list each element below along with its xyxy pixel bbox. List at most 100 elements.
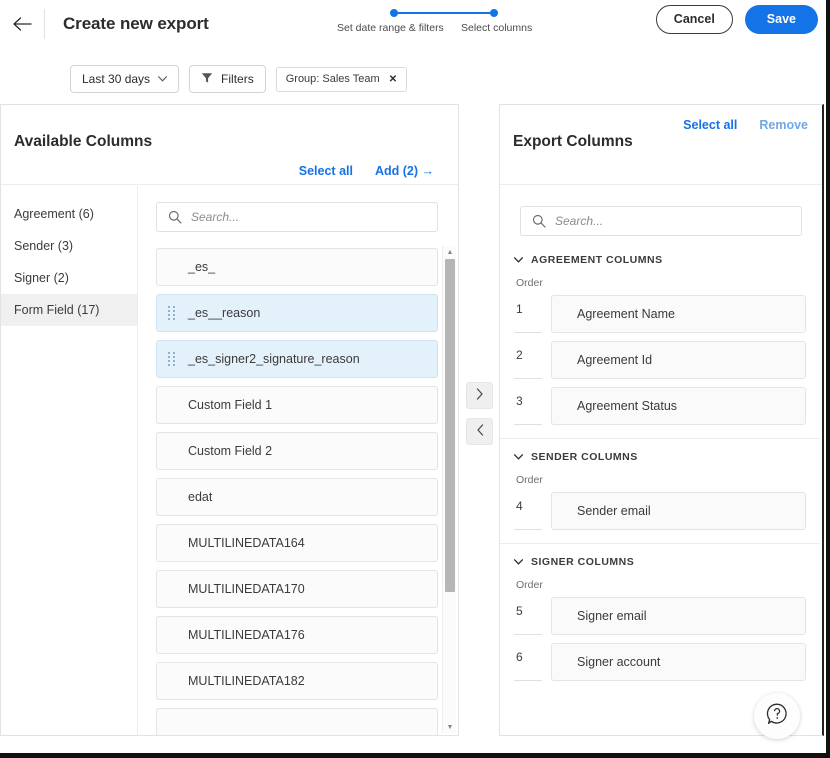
category-list: Agreement (6) Sender (3) Signer (2) Form…: [1, 186, 138, 735]
export-row-item[interactable]: Agreement Id: [551, 341, 806, 379]
add-columns-link[interactable]: Add (2) →: [375, 164, 434, 178]
help-question-bubble-icon: [764, 701, 790, 732]
export-group-header-sender[interactable]: SENDER COLUMNS: [514, 451, 806, 463]
available-search-wrap: [138, 186, 458, 232]
export-row-order: 6: [514, 643, 542, 681]
save-button[interactable]: Save: [745, 5, 818, 34]
available-column-label: _es_: [188, 260, 215, 274]
category-item-signer[interactable]: Signer (2): [1, 262, 137, 294]
export-search-box[interactable]: [520, 206, 802, 236]
export-row-label: Agreement Status: [577, 399, 677, 413]
category-label: Agreement (6): [14, 207, 94, 221]
category-label: Signer (2): [14, 271, 69, 285]
export-row-item[interactable]: Agreement Name: [551, 295, 806, 333]
stepper-dot-2[interactable]: [490, 9, 498, 17]
available-column-label: _es_signer2_signature_reason: [188, 352, 360, 366]
filter-bar: Last 30 days Filters Group: Sales Team ✕: [0, 55, 830, 103]
scroll-up-icon[interactable]: ▲: [443, 246, 457, 258]
export-columns-panel: Export Columns Select all Remove: [499, 104, 824, 736]
drag-handle-icon[interactable]: [168, 306, 176, 321]
chevron-right-icon: [476, 388, 484, 403]
available-column-label: _es__reason: [188, 306, 260, 320]
export-search-wrap: [500, 186, 822, 236]
available-list-scrollbar[interactable]: ▲ ▼: [442, 246, 456, 733]
category-item-form-field[interactable]: Form Field (17): [1, 294, 137, 326]
export-row-label: Sender email: [577, 504, 651, 518]
export-row-order: 3: [514, 387, 542, 425]
stepper-labels: Set date range & filters Select columns: [337, 22, 517, 38]
available-column-item[interactable]: MULTILINEDATA176: [156, 616, 438, 654]
available-column-item[interactable]: MULTILINEDATA170: [156, 570, 438, 608]
window-right-edge: [826, 0, 830, 753]
category-item-agreement[interactable]: Agreement (6): [1, 198, 137, 230]
export-group-title: SENDER COLUMNS: [531, 451, 638, 463]
available-columns-list[interactable]: _es_ _es__reason: [138, 248, 458, 735]
back-button[interactable]: [0, 0, 44, 48]
help-button[interactable]: [754, 693, 800, 739]
available-search-box[interactable]: [156, 202, 438, 232]
export-row-label: Signer account: [577, 655, 660, 669]
category-item-sender[interactable]: Sender (3): [1, 230, 137, 262]
available-panel-header: Available Columns Select all Add (2) →: [1, 105, 458, 185]
available-column-item[interactable]: [156, 708, 438, 735]
available-column-item[interactable]: MULTILINEDATA182: [156, 662, 438, 700]
available-column-label: MULTILINEDATA176: [188, 628, 305, 642]
available-column-item[interactable]: MULTILINEDATA164: [156, 524, 438, 562]
close-icon[interactable]: ✕: [389, 74, 397, 85]
export-row-item[interactable]: Signer email: [551, 597, 806, 635]
chevron-down-icon: [514, 452, 523, 462]
available-column-item[interactable]: _es__reason: [156, 294, 438, 332]
date-range-dropdown[interactable]: Last 30 days: [70, 65, 179, 93]
export-group-title: AGREEMENT COLUMNS: [531, 254, 663, 266]
transfer-controls: [466, 382, 493, 445]
export-row-item[interactable]: Agreement Status: [551, 387, 806, 425]
order-column-label: Order: [516, 474, 806, 486]
export-search-input[interactable]: [555, 214, 776, 228]
export-remove-link[interactable]: Remove: [759, 118, 808, 132]
search-icon: [168, 210, 182, 229]
cancel-button[interactable]: Cancel: [656, 5, 733, 34]
available-column-label: Custom Field 1: [188, 398, 272, 412]
chevron-left-icon: [476, 424, 484, 439]
group-divider: [500, 438, 820, 439]
available-header-actions: Select all Add (2) →: [299, 164, 434, 178]
export-row-label: Agreement Name: [577, 307, 675, 321]
filters-button[interactable]: Filters: [189, 65, 266, 93]
export-columns-list: AGREEMENT COLUMNS Order 1 Agreement Name…: [500, 254, 822, 681]
export-row: 3 Agreement Status: [514, 387, 806, 425]
available-column-item[interactable]: _es_: [156, 248, 438, 286]
stepper-label-1: Set date range & filters: [337, 22, 444, 34]
stepper-dot-1[interactable]: [390, 9, 398, 17]
scrollbar-thumb[interactable]: [445, 259, 455, 592]
drag-handle-icon[interactable]: [168, 352, 176, 367]
export-panel-body: AGREEMENT COLUMNS Order 1 Agreement Name…: [500, 186, 822, 735]
scroll-down-icon[interactable]: ▼: [443, 721, 457, 733]
export-row: 1 Agreement Name: [514, 295, 806, 333]
stepper: Set date range & filters Select columns: [337, 6, 517, 38]
available-column-item[interactable]: Custom Field 1: [156, 386, 438, 424]
available-search-input[interactable]: [191, 210, 412, 224]
available-column-item[interactable]: edat: [156, 478, 438, 516]
available-columns-panel: Available Columns Select all Add (2) → A…: [0, 104, 459, 736]
export-row-order: 1: [514, 295, 542, 333]
filters-label: Filters: [221, 72, 254, 86]
export-select-all-link[interactable]: Select all: [683, 118, 737, 132]
filter-chip-label: Group: Sales Team: [286, 73, 380, 85]
available-column-item[interactable]: Custom Field 2: [156, 432, 438, 470]
export-row: 2 Agreement Id: [514, 341, 806, 379]
export-group-header-signer[interactable]: SIGNER COLUMNS: [514, 556, 806, 568]
category-label: Sender (3): [14, 239, 73, 253]
available-column-item[interactable]: _es_signer2_signature_reason: [156, 340, 438, 378]
move-right-button[interactable]: [466, 382, 493, 409]
filter-chip-group[interactable]: Group: Sales Team ✕: [276, 67, 407, 92]
export-row-order: 2: [514, 341, 542, 379]
export-group-header-agreement[interactable]: AGREEMENT COLUMNS: [514, 254, 806, 266]
order-column-label: Order: [516, 277, 806, 289]
date-range-label: Last 30 days: [82, 72, 150, 86]
stepper-track: [337, 6, 517, 20]
export-row: 6 Signer account: [514, 643, 806, 681]
export-row-item[interactable]: Signer account: [551, 643, 806, 681]
move-left-button[interactable]: [466, 418, 493, 445]
export-row-item[interactable]: Sender email: [551, 492, 806, 530]
available-select-all-link[interactable]: Select all: [299, 164, 353, 178]
